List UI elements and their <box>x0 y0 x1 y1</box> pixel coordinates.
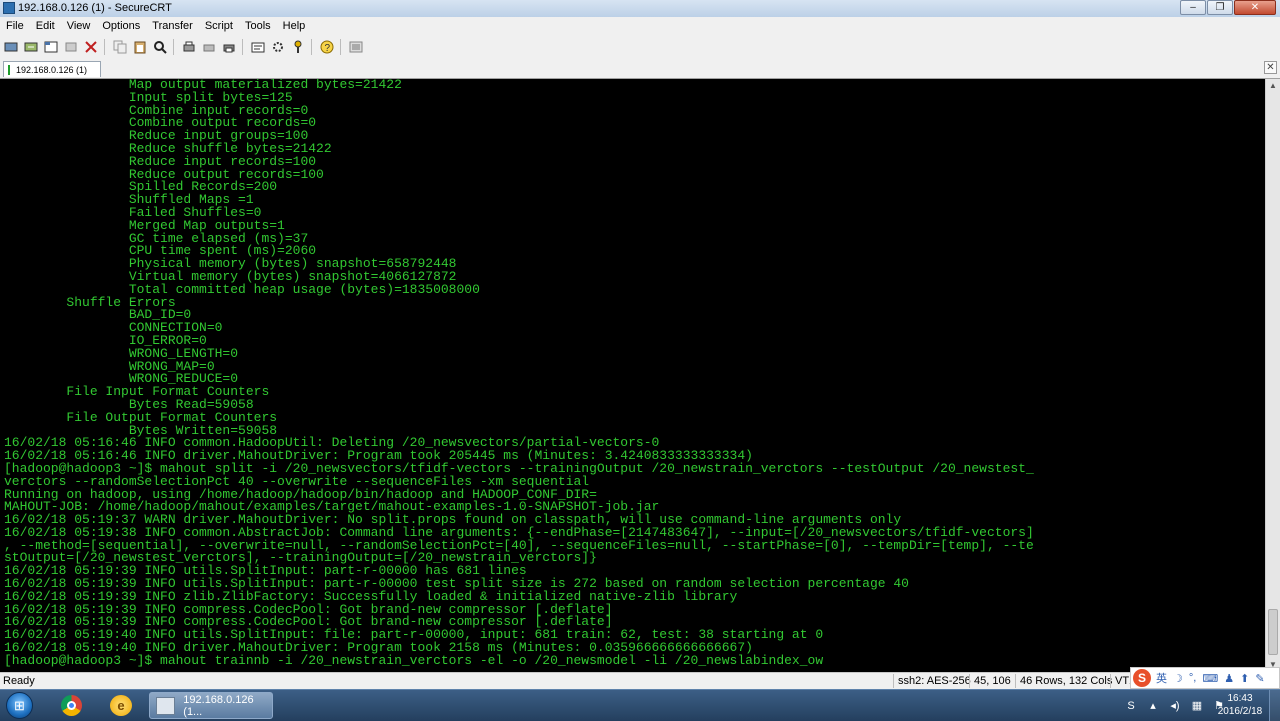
chrome-taskbar-button[interactable] <box>50 692 90 719</box>
tab-label: 192.168.0.126 (1) <box>16 64 88 75</box>
toolbar-separator <box>173 39 174 55</box>
volume-icon[interactable]: ◂) <box>1167 698 1183 714</box>
connect-tab-icon[interactable] <box>42 38 60 56</box>
ime-skin-icon[interactable]: ⬆ <box>1240 672 1249 685</box>
print-setup-icon[interactable] <box>180 38 198 56</box>
disconnect-icon[interactable] <box>82 38 100 56</box>
help-icon[interactable]: ? <box>318 38 336 56</box>
scroll-up-arrow-icon[interactable]: ▲ <box>1266 79 1280 93</box>
print-icon[interactable] <box>200 38 218 56</box>
terminal-lines: Map output materialized bytes=21422 Inpu… <box>0 79 1266 668</box>
start-button[interactable]: ⊞ <box>6 692 33 719</box>
toolbar-separator <box>311 39 312 55</box>
status-ready-text: Ready <box>3 675 35 687</box>
securecrt-icon <box>156 696 176 715</box>
connect-icon[interactable] <box>2 38 20 56</box>
ime-tools-icon[interactable]: ✎ <box>1255 672 1264 685</box>
manager-taskbar-button[interactable]: e <box>101 692 141 719</box>
close-button[interactable]: ✕ <box>1234 0 1276 15</box>
chrome-icon <box>61 695 82 716</box>
status-terminal-size: 46 Rows, 132 Cols <box>1015 674 1112 688</box>
toolbar-separator <box>104 39 105 55</box>
sogou-tray-icon[interactable]: S <box>1123 698 1139 714</box>
toolbar-separator <box>242 39 243 55</box>
clock-date: 2016/2/18 <box>1217 706 1263 717</box>
securecrt-app-icon[interactable] <box>3 2 15 14</box>
reconnect-icon[interactable] <box>62 38 80 56</box>
menu-tools[interactable]: Tools <box>239 20 277 32</box>
clock-time: 16:43 <box>1227 693 1253 704</box>
ime-toolbar: S 英 ☽ °, ⌨ ♟ ⬆ ✎ <box>1130 667 1280 689</box>
toolbar: ? <box>0 35 1280 60</box>
print-selection-icon[interactable] <box>220 38 238 56</box>
terminal-output[interactable]: Map output materialized bytes=21422 Inpu… <box>0 79 1266 672</box>
status-cipher: ssh2: AES-256 <box>893 674 971 688</box>
close-tab-button[interactable]: ✕ <box>1264 61 1277 74</box>
menu-script[interactable]: Script <box>199 20 239 32</box>
terminal-line: Total committed heap usage (bytes)=18350… <box>4 281 480 297</box>
session-options-icon[interactable] <box>249 38 267 56</box>
ime-halfwidth-icon[interactable]: ☽ <box>1173 672 1183 685</box>
ime-softkeyboard-icon[interactable]: ⌨ <box>1202 672 1218 685</box>
status-cursor-position: 45, 106 <box>969 674 1011 688</box>
ime-user-icon[interactable]: ♟ <box>1224 672 1234 685</box>
securecrt-taskbar-button[interactable]: 192.168.0.126 (1... <box>149 692 273 719</box>
expand-tray-icon[interactable]: ▴ <box>1145 698 1161 714</box>
ime-punctuation-icon[interactable]: °, <box>1189 672 1196 684</box>
menu-options[interactable]: Options <box>96 20 146 32</box>
minimize-button[interactable]: – <box>1180 0 1206 15</box>
scrollbar-thumb[interactable] <box>1268 609 1278 655</box>
restore-button[interactable]: ❐ <box>1207 0 1233 15</box>
menu-bar: File Edit View Options Transfer Script T… <box>0 17 1280 35</box>
quick-connect-icon[interactable] <box>22 38 40 56</box>
network-icon[interactable]: ▦ <box>1189 698 1205 714</box>
tab-session[interactable]: 192.168.0.126 (1) <box>3 61 101 77</box>
toolbar-separator <box>340 39 341 55</box>
find-icon[interactable] <box>151 38 169 56</box>
menu-view[interactable]: View <box>61 20 97 32</box>
menu-file[interactable]: File <box>0 20 30 32</box>
keymap-icon[interactable] <box>289 38 307 56</box>
paste-icon[interactable] <box>131 38 149 56</box>
connection-status-indicator <box>8 64 10 75</box>
sogou-ime-logo-icon[interactable]: S <box>1133 669 1151 687</box>
session-tab-bar: 192.168.0.126 (1) ✕ <box>0 59 1280 79</box>
menu-edit[interactable]: Edit <box>30 20 61 32</box>
taskbar: ⊞ e 192.168.0.126 (1... S ▴ ◂) ▦ ⚑ 16:43… <box>0 689 1280 721</box>
window-title: 192.168.0.126 (1) - SecureCRT <box>18 2 172 14</box>
manager-app-icon: e <box>110 695 132 716</box>
show-desktop-button[interactable] <box>1269 690 1280 721</box>
task-button-label: 192.168.0.126 (1... <box>183 693 254 718</box>
menu-transfer[interactable]: Transfer <box>146 20 199 32</box>
global-options-icon[interactable] <box>269 38 287 56</box>
menu-help[interactable]: Help <box>277 20 312 32</box>
terminal-line: [hadoop@hadoop3 ~]$ mahout trainnb -i /2… <box>4 652 824 668</box>
copy-icon[interactable] <box>111 38 129 56</box>
ime-language-mode[interactable]: 英 <box>1156 670 1167 686</box>
sftp-icon[interactable] <box>347 38 365 56</box>
terminal-scrollbar[interactable]: ▲ ▼ <box>1265 79 1280 672</box>
taskbar-clock[interactable]: 16:43 2016/2/18 <box>1212 692 1268 718</box>
terminal-line: Shuffle Errors <box>4 294 176 310</box>
status-bar: Ready ssh2: AES-256 45, 106 46 Rows, 132… <box>0 672 1280 690</box>
svg-text:?: ? <box>325 43 331 54</box>
title-bar: 192.168.0.126 (1) - SecureCRT – ❐ ✕ <box>0 0 1280 18</box>
